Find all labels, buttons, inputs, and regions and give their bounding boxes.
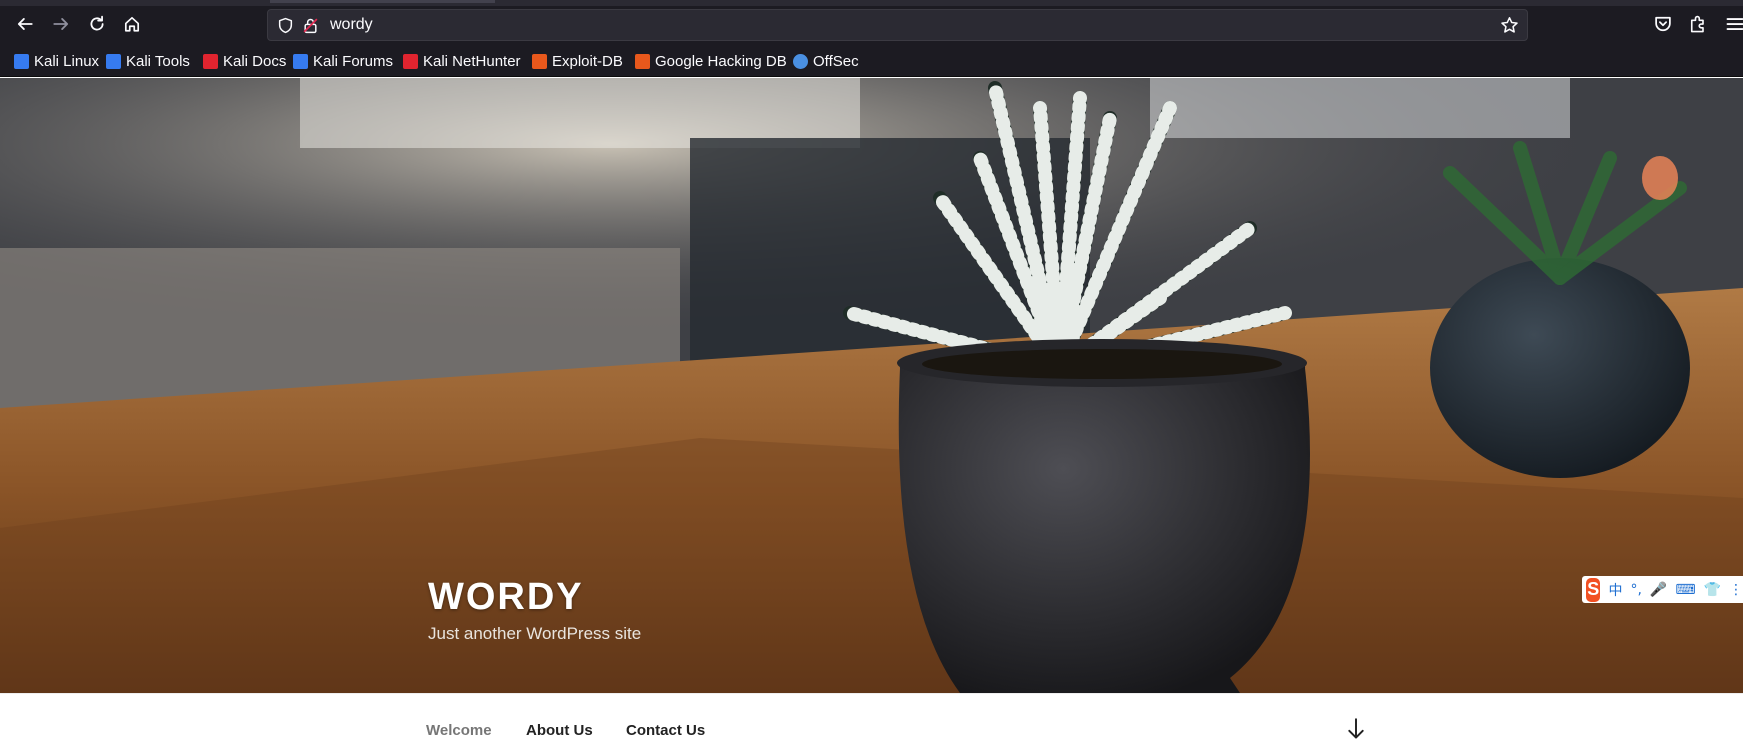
bookmark-kali-tools[interactable]: Kali Tools bbox=[106, 51, 190, 71]
bookmark-label: Kali Linux bbox=[34, 52, 100, 70]
tab-strip bbox=[0, 0, 1743, 6]
reload-button[interactable] bbox=[84, 11, 110, 37]
bookmark-exploit-db[interactable]: Exploit-DB bbox=[532, 51, 623, 71]
nav-contact-us[interactable]: Contact Us bbox=[626, 722, 705, 739]
header-image: WORDY Just another WordPress site S 中 °,… bbox=[0, 78, 1743, 693]
nav-welcome[interactable]: Welcome bbox=[426, 722, 492, 739]
bookmark-kali-linux[interactable]: Kali Linux bbox=[14, 51, 99, 71]
nav-about-us[interactable]: About Us bbox=[526, 722, 593, 739]
url-bar[interactable]: wordy bbox=[267, 9, 1528, 41]
bookmark-kali-nethunter[interactable]: Kali NetHunter bbox=[403, 51, 521, 71]
active-tab-indicator bbox=[270, 0, 495, 3]
bookmark-kali-forums[interactable]: Kali Forums bbox=[293, 51, 393, 71]
back-button[interactable] bbox=[12, 11, 38, 37]
home-button[interactable] bbox=[119, 11, 145, 37]
ime-keyboard-icon[interactable]: ⌨ bbox=[1675, 582, 1695, 598]
bookmark-kali-docs[interactable]: Kali Docs bbox=[203, 51, 286, 71]
bookmark-label: Exploit-DB bbox=[552, 52, 623, 70]
kali-docs-icon bbox=[203, 53, 218, 69]
site-navigation: Welcome About Us Contact Us bbox=[0, 693, 1743, 747]
browser-toolbar: wordy bbox=[0, 0, 1743, 45]
bookmark-label: Kali Forums bbox=[313, 52, 394, 70]
exploit-db-icon bbox=[532, 53, 547, 69]
bookmark-label: OffSec bbox=[813, 52, 859, 70]
bookmark-label: Kali Docs bbox=[223, 52, 287, 70]
ime-more-icon[interactable]: ⋮ bbox=[1729, 582, 1743, 598]
back-arrow-icon bbox=[17, 18, 33, 30]
sogou-ime-logo-icon[interactable]: S bbox=[1586, 577, 1601, 602]
forward-arrow-icon bbox=[53, 18, 69, 30]
ime-chinese-mode[interactable]: 中 bbox=[1608, 580, 1622, 600]
site-title[interactable]: WORDY bbox=[428, 576, 584, 619]
home-icon bbox=[124, 16, 140, 32]
scroll-down-arrow-icon[interactable] bbox=[1346, 718, 1366, 740]
offsec-icon bbox=[793, 53, 808, 69]
bookmark-label: Google Hacking DB bbox=[655, 52, 787, 70]
ime-punctuation-icon[interactable]: °, bbox=[1630, 582, 1641, 598]
bookmark-label: Kali NetHunter bbox=[423, 52, 521, 70]
site-description: Just another WordPress site bbox=[428, 624, 642, 643]
kali-tools-icon bbox=[106, 53, 121, 69]
bookmark-label: Kali Tools bbox=[126, 52, 190, 70]
reload-icon bbox=[90, 15, 104, 31]
kali-dragon-icon bbox=[14, 53, 29, 69]
succulent-photo bbox=[0, 78, 1743, 693]
ime-skin-icon[interactable]: 👕 bbox=[1704, 582, 1721, 598]
ime-toolbar: S 中 °, 🎤 ⌨ 👕 ⋮ bbox=[1582, 576, 1743, 603]
menu-hamburger-icon[interactable] bbox=[1725, 14, 1743, 34]
kali-forums-icon bbox=[293, 53, 308, 69]
insecure-lock-icon[interactable] bbox=[302, 17, 319, 34]
ime-voice-icon[interactable]: 🎤 bbox=[1650, 582, 1667, 598]
extensions-icon[interactable] bbox=[1688, 14, 1708, 34]
bookmark-google-hacking-db[interactable]: Google Hacking DB bbox=[635, 51, 787, 71]
tracking-protection-shield-icon[interactable] bbox=[277, 17, 294, 34]
bookmarks-toolbar: Kali Linux Kali Tools Kali Docs Kali For… bbox=[0, 45, 1743, 77]
pocket-icon[interactable] bbox=[1653, 14, 1673, 34]
kali-nethunter-icon bbox=[403, 53, 418, 69]
bookmark-offsec[interactable]: OffSec bbox=[793, 51, 859, 71]
url-text[interactable]: wordy bbox=[330, 16, 373, 34]
forward-button[interactable] bbox=[48, 11, 74, 37]
ghdb-icon bbox=[635, 53, 650, 69]
bookmark-star-icon[interactable] bbox=[1500, 16, 1519, 35]
